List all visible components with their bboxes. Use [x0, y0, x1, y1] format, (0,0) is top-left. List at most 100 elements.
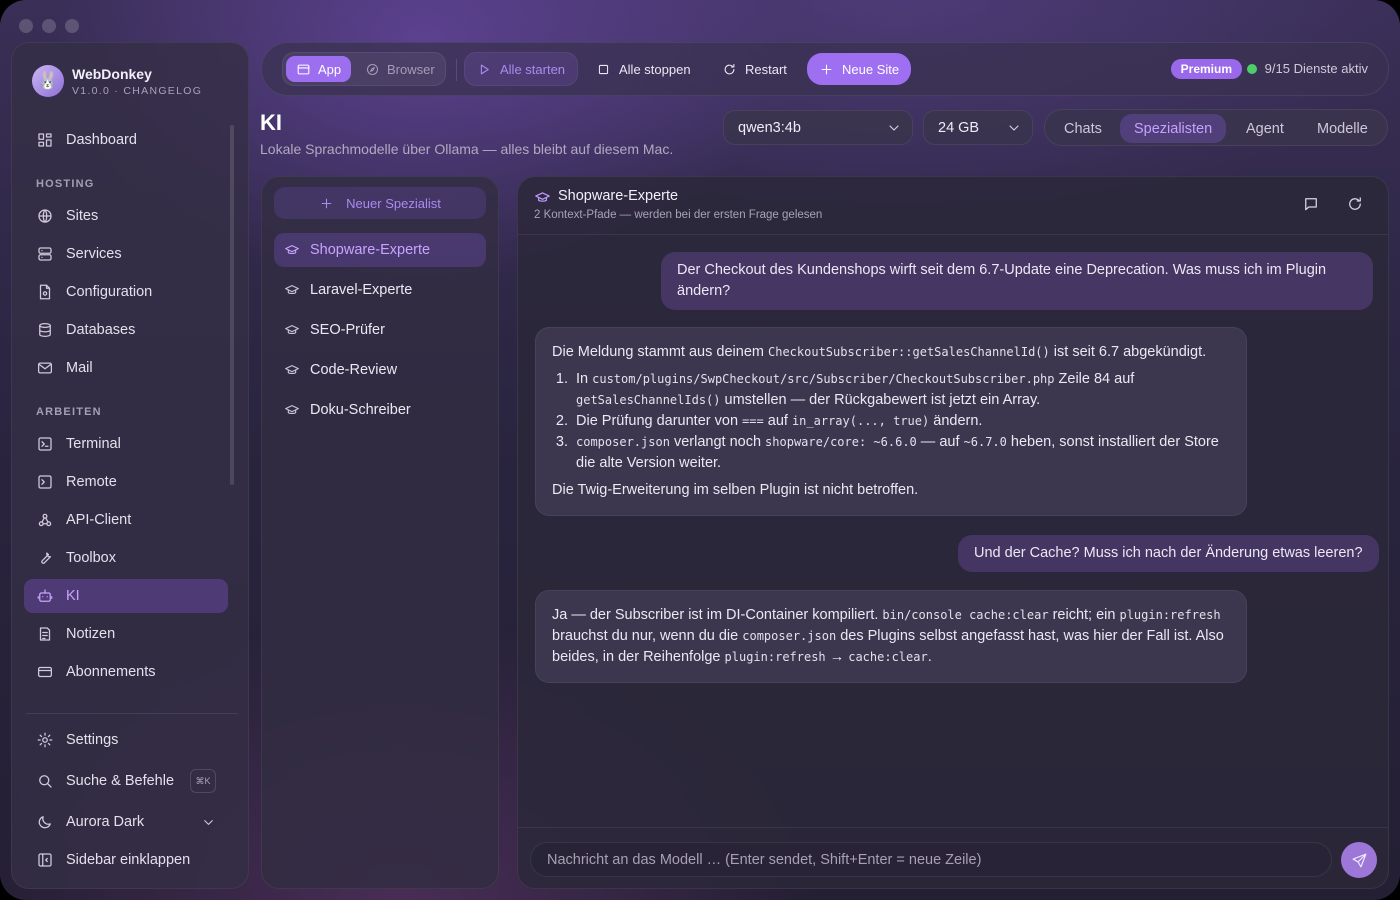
refresh-context-button[interactable]: [1346, 195, 1364, 213]
new-chat-button[interactable]: [1302, 195, 1320, 213]
text: reicht; ein: [1048, 607, 1120, 623]
collapse-sidebar-label: Sidebar einklappen: [66, 852, 191, 868]
model-select[interactable]: qwen3:4b: [723, 110, 913, 145]
sidebar-item-toolbox[interactable]: Toolbox: [24, 541, 228, 575]
send-button[interactable]: [1341, 842, 1377, 878]
app-name: WebDonkey: [72, 65, 152, 82]
sidebar-item-label: Dashboard: [66, 132, 137, 148]
specialist-item[interactable]: Code-Review: [274, 353, 486, 387]
text: Die Meldung stammt aus deinem: [552, 344, 768, 360]
sidebar-item-abonnements[interactable]: Abonnements: [24, 655, 228, 689]
chat-title: Shopware-Experte: [558, 188, 679, 204]
mode-app-label: App: [318, 61, 342, 77]
specialists-panel: Neuer Spezialist Shopware-Experte Larave…: [261, 176, 499, 889]
mode-app-button[interactable]: App: [286, 56, 352, 82]
specialist-item[interactable]: SEO-Prüfer: [274, 313, 486, 347]
sidebar-item-search[interactable]: Suche & Befehle ⌘K: [24, 764, 228, 798]
model-select-value: qwen3:4b: [738, 119, 801, 136]
sidebar-item-services[interactable]: Services: [24, 237, 228, 271]
minimize-window-button[interactable]: [42, 19, 56, 33]
inline-code: plugin:refresh: [1119, 608, 1221, 622]
sidebar-item-settings[interactable]: Settings: [24, 723, 228, 757]
sidebar-item-configuration[interactable]: Configuration: [24, 275, 228, 309]
specialist-label: Shopware-Experte: [310, 242, 431, 258]
tab-spezialisten[interactable]: Spezialisten: [1120, 114, 1227, 143]
terminal-icon: [38, 437, 52, 451]
services-status: 9/15 Dienste aktiv: [1264, 61, 1368, 76]
message-square-icon: [1305, 198, 1317, 211]
restart-button[interactable]: Restart: [710, 52, 799, 86]
app-window: 🐰 WebDonkey V1.0.0 · CHANGELOG Dashboard…: [0, 0, 1400, 900]
inline-code: plugin:refresh: [724, 650, 826, 664]
sidebar-item-label: Sites: [66, 208, 99, 224]
send-icon: [1352, 853, 1366, 867]
brand[interactable]: 🐰 WebDonkey V1.0.0 · CHANGELOG: [32, 65, 202, 97]
start-all-button[interactable]: Alle starten: [464, 52, 579, 86]
sidebar-item-label: API-Client: [66, 512, 132, 528]
message-input[interactable]: [530, 842, 1332, 877]
sidebar-item-databases[interactable]: Databases: [24, 313, 228, 347]
new-specialist-button[interactable]: Neuer Spezialist: [274, 187, 486, 219]
inline-code: cache:clear: [848, 650, 928, 664]
specialist-item[interactable]: Shopware-Experte: [274, 233, 486, 267]
specialist-item[interactable]: Laravel-Experte: [274, 273, 486, 307]
new-site-button[interactable]: Neue Site: [807, 53, 912, 85]
sidebar-item-notizen[interactable]: Notizen: [24, 617, 228, 651]
sidebar-item-label: Toolbox: [66, 550, 116, 566]
sidebar-item-mail[interactable]: Mail: [24, 351, 228, 385]
text: In: [576, 371, 593, 387]
zoom-window-button[interactable]: [65, 19, 79, 33]
text: .: [927, 649, 932, 665]
remote-terminal-icon: [38, 475, 52, 489]
mode-browser-label: Browser: [387, 61, 435, 77]
mail-icon: [37, 362, 53, 374]
premium-badge[interactable]: Premium: [1170, 59, 1242, 79]
memory-select[interactable]: 24 GB: [923, 110, 1033, 145]
sidebar-item-ki[interactable]: KI: [24, 579, 228, 613]
sidebar-item-remote[interactable]: Remote: [24, 465, 228, 499]
sidebar-item-sites[interactable]: Sites: [24, 199, 228, 233]
tab-modelle[interactable]: Modelle: [1303, 114, 1382, 143]
ki-tabs: Chats Spezialisten Agent Modelle: [1044, 109, 1388, 146]
tab-chats[interactable]: Chats: [1050, 114, 1116, 143]
close-window-button[interactable]: [19, 19, 33, 33]
inline-code: composer.json: [576, 435, 670, 449]
refresh-icon: [1349, 197, 1361, 210]
text: ändern.: [929, 413, 983, 429]
sidebar-item-label: KI: [66, 588, 80, 604]
new-site-label: Neue Site: [842, 61, 900, 77]
specialist-label: Doku-Schreiber: [310, 402, 411, 418]
robot-icon: [37, 589, 53, 602]
sidebar-item-dashboard[interactable]: Dashboard: [24, 123, 228, 157]
compass-icon: [366, 63, 379, 75]
sidebar-item-label: Services: [66, 246, 122, 262]
graduation-cap-icon: [285, 325, 299, 334]
mode-browser-button[interactable]: Browser: [355, 56, 445, 82]
section-label-hosting: HOSTING: [36, 178, 95, 190]
theme-selector[interactable]: Aurora Dark: [24, 805, 228, 839]
sidebar-item-label: Remote: [66, 474, 117, 490]
text: ist seit 6.7 abgekündigt.: [1049, 344, 1207, 360]
sidebar-item-label: Abonnements: [66, 664, 156, 680]
specialist-label: SEO-Prüfer: [310, 322, 385, 338]
text: auf: [763, 413, 792, 429]
sidebar-scrollbar[interactable]: [230, 125, 234, 485]
collapse-sidebar-button[interactable]: Sidebar einklappen: [24, 843, 228, 877]
search-icon: [39, 775, 52, 788]
specialist-label: Code-Review: [310, 362, 398, 378]
sidebar-item-api-client[interactable]: API-Client: [24, 503, 228, 537]
api-icon: [38, 513, 52, 527]
stop-all-button[interactable]: Alle stoppen: [584, 52, 703, 86]
view-mode-toggle: App Browser: [282, 52, 446, 86]
gear-icon: [37, 732, 53, 748]
database-icon: [39, 322, 51, 338]
tab-agent[interactable]: Agent: [1232, 114, 1298, 143]
app-version-changelog[interactable]: V1.0.0 · CHANGELOG: [72, 85, 202, 97]
sidebar-item-label: Notizen: [66, 626, 116, 642]
specialist-label: Laravel-Experte: [310, 282, 413, 298]
assistant-message: Ja — der Subscriber ist im DI-Container …: [535, 590, 1247, 683]
inline-code: ~6.7.0: [963, 435, 1007, 449]
sidebar-item-terminal[interactable]: Terminal: [24, 427, 228, 461]
specialist-item[interactable]: Doku-Schreiber: [274, 393, 486, 427]
graduation-cap-icon: [285, 245, 299, 254]
